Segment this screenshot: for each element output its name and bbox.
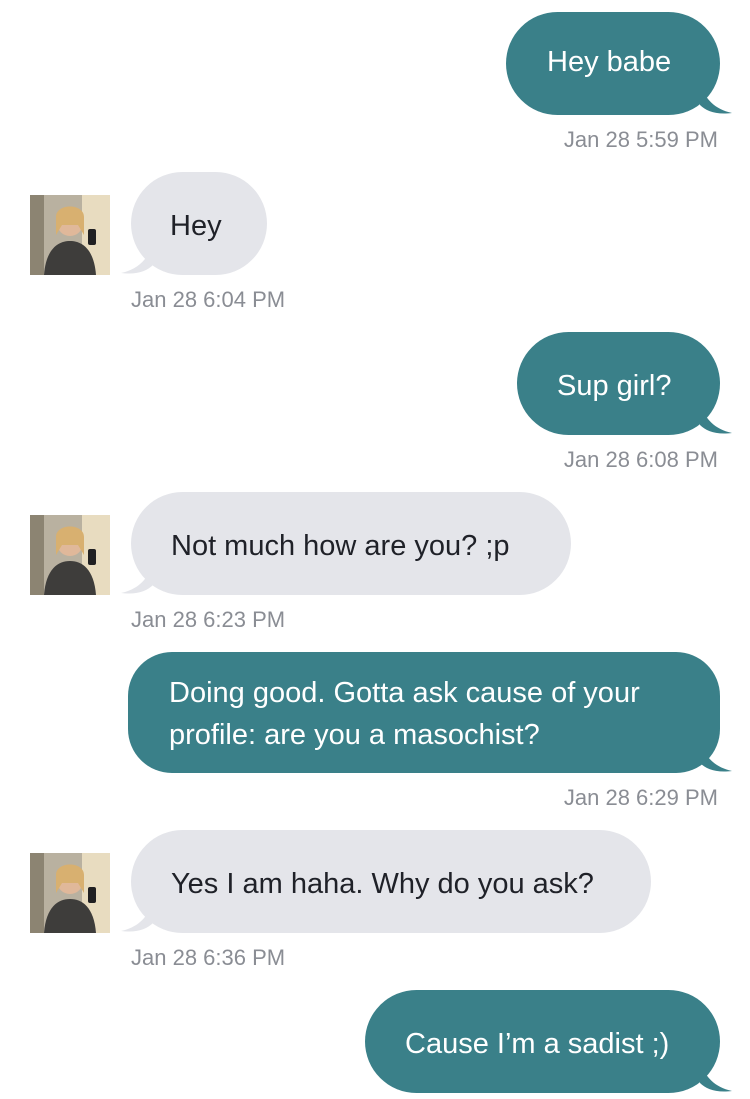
message-timestamp: Jan 28 6:08 PM [563, 447, 718, 472]
bubble-tail [121, 903, 153, 932]
bubble-tail [700, 1063, 732, 1092]
message-bubble-sent[interactable]: Doing good. Gotta ask cause of your prof… [128, 652, 720, 773]
message-bubble-sent[interactable]: Cause I’m a sadist ;) [365, 990, 720, 1093]
bubble-tail [121, 245, 153, 274]
message-text: Yes I am haha. Why do you ask? [171, 868, 594, 900]
message-timestamp: Jan 28 6:36 PM [131, 945, 286, 970]
message-text: Cause I’m a sadist ;) [405, 1028, 670, 1060]
bubble-tail [700, 743, 732, 772]
message-timestamp: Jan 28 6:04 PM [131, 287, 286, 312]
message-text: Doing good. Gotta ask cause of your prof… [169, 677, 640, 751]
contact-avatar[interactable] [30, 515, 110, 595]
message-thread[interactable]: Hey babe Jan 28 5:59 PM Hey Jan 28 6:04 … [0, 0, 750, 1099]
contact-avatar[interactable] [30, 853, 110, 933]
contact-avatar[interactable] [30, 195, 110, 275]
bubble-tail [700, 85, 732, 114]
message-bubble-sent[interactable]: Hey babe [506, 12, 720, 115]
bubble-tail [700, 405, 732, 434]
message-bubble-received[interactable]: Yes I am haha. Why do you ask? [131, 830, 651, 933]
message-bubble-sent[interactable]: Sup girl? [517, 332, 720, 435]
message-bubble-received[interactable]: Not much how are you? ;p [131, 492, 571, 595]
message-text: Hey [170, 210, 222, 242]
message-text: Hey babe [547, 46, 672, 78]
message-timestamp: Jan 28 5:59 PM [563, 127, 718, 152]
bubble-tail [121, 565, 153, 594]
message-text: Sup girl? [557, 370, 672, 402]
message-text: Not much how are you? ;p [171, 530, 510, 562]
message-timestamp: Jan 28 6:23 PM [131, 607, 286, 632]
message-timestamp: Jan 28 6:29 PM [563, 785, 718, 810]
